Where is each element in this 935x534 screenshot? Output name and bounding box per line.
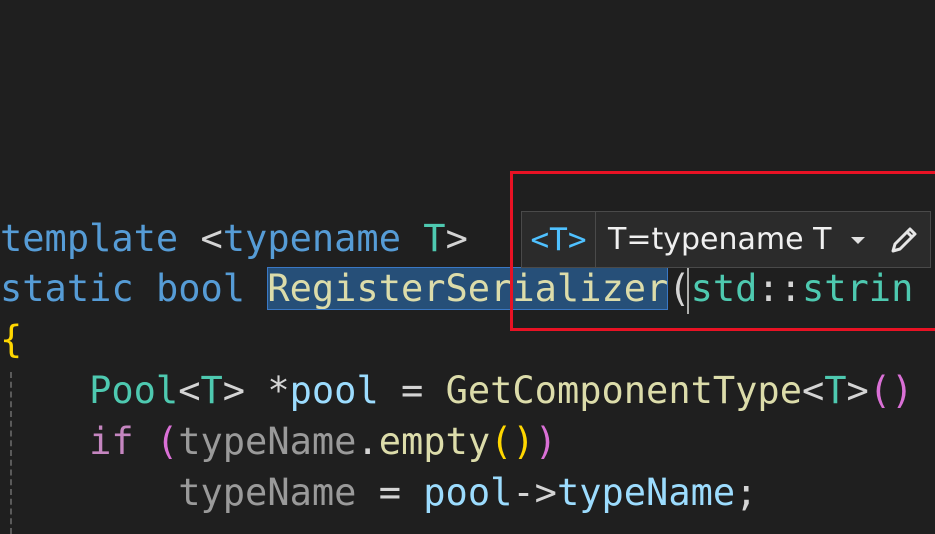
angle-open: < bbox=[178, 369, 201, 412]
assign-operator: = bbox=[356, 471, 424, 514]
open-brace: { bbox=[0, 318, 23, 361]
angle-open: < bbox=[801, 369, 825, 412]
code-line-2[interactable]: static bool RegisterSerializer(std::stri… bbox=[0, 264, 913, 314]
angle-close: > bbox=[222, 369, 246, 412]
template-keyword: template bbox=[0, 217, 179, 260]
pencil-icon[interactable] bbox=[878, 212, 930, 267]
type-name-member: typeName bbox=[556, 471, 736, 514]
arrow-operator: -> bbox=[512, 471, 557, 514]
bool-keyword: bool bbox=[155, 267, 246, 310]
semicolon: ; bbox=[735, 471, 758, 514]
type-name-parameter: typeName bbox=[178, 471, 357, 514]
text-cursor bbox=[687, 268, 689, 314]
template-tag-label: <T> bbox=[522, 212, 596, 267]
assign-operator: = bbox=[378, 369, 446, 412]
code-line-5[interactable]: if (typeName.empty()) bbox=[0, 417, 557, 467]
chevron-down-icon[interactable] bbox=[849, 234, 867, 246]
angle-close: > bbox=[846, 369, 869, 412]
open-paren: ( bbox=[155, 420, 179, 463]
static-keyword: static bbox=[0, 267, 134, 310]
type-parameter: T bbox=[200, 369, 223, 412]
type-parameter: T bbox=[824, 369, 847, 412]
pool-variable: pool bbox=[289, 369, 379, 412]
if-keyword: if bbox=[89, 420, 134, 463]
call-parens: () bbox=[868, 369, 914, 412]
pool-variable: pool bbox=[423, 471, 513, 514]
call-parens: () bbox=[490, 420, 535, 463]
angle-close: > bbox=[445, 217, 468, 260]
angle-open: < bbox=[178, 217, 223, 260]
dot-operator: . bbox=[356, 420, 379, 463]
string-type: strin bbox=[801, 267, 914, 310]
template-argument-value: T=typename T bbox=[608, 222, 832, 257]
template-argument-dropdown[interactable]: T=typename T bbox=[596, 212, 878, 267]
pointer-star: * bbox=[245, 369, 290, 412]
empty-method: empty bbox=[378, 420, 491, 463]
code-line-3[interactable]: { bbox=[0, 315, 22, 365]
selected-function-name[interactable]: RegisterSerializer bbox=[267, 267, 669, 310]
code-line-4[interactable]: Pool<T> *pool = GetComponentType<T>() bbox=[0, 366, 913, 416]
scope-operator: :: bbox=[757, 267, 802, 310]
code-line-6[interactable]: typeName = pool->typeName; bbox=[0, 468, 757, 518]
code-line-1[interactable]: template <typename T> bbox=[0, 214, 468, 264]
type-name-parameter: typeName bbox=[178, 420, 357, 463]
type-parameter: T bbox=[423, 217, 446, 260]
template-argument-hint-bar[interactable]: <T> T=typename T bbox=[521, 211, 931, 268]
pool-type: Pool bbox=[89, 369, 179, 412]
close-paren: ) bbox=[534, 420, 557, 463]
typename-keyword: typename bbox=[222, 217, 401, 260]
get-component-type-function: GetComponentType bbox=[445, 369, 802, 412]
std-namespace: std bbox=[690, 267, 758, 310]
